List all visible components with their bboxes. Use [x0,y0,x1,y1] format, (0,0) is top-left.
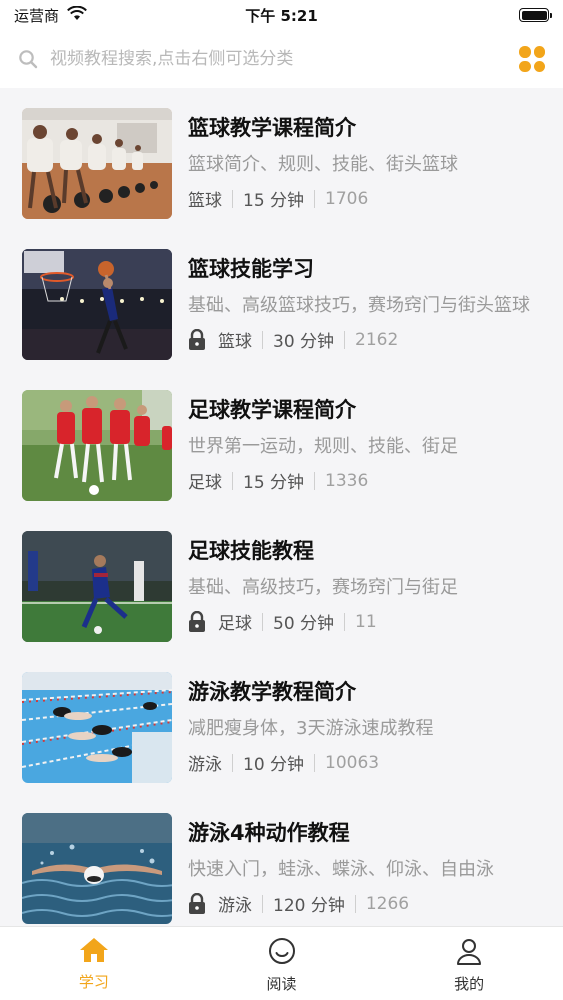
user-icon [455,937,483,969]
course-info: 足球教学课程简介 世界第一运动，规则、技能、街足 足球 15 分钟 1336 [188,390,541,531]
carrier-label: 运营商 [14,6,60,25]
lock-icon [188,610,206,633]
course-title: 篮球教学课程简介 [188,116,356,140]
course-duration: 50 分钟 [273,614,335,634]
course-category: 足球 [218,614,252,634]
meta-divider [232,753,233,772]
course-info: 篮球技能学习 基础、高级篮球技巧，赛场窍门与街头篮球 篮球 30 分钟 2162 [188,249,541,390]
tab-study[interactable]: 学习 [0,927,188,1000]
course-info: 游泳教学教程简介 减肥瘦身体，3天游泳速成教程 游泳 10 分钟 10063 [188,672,541,813]
home-icon [79,937,109,967]
course-view-count: 2162 [355,329,399,350]
status-bar: 运营商 下午 5:21 [0,0,563,30]
meta-divider [232,471,233,490]
course-meta: 足球 15 分钟 1336 [188,468,541,494]
course-item[interactable]: 篮球技能学习 基础、高级篮球技巧，赛场窍门与街头篮球 篮球 30 分钟 2162 [0,249,563,390]
course-thumbnail [22,813,172,924]
course-category: 游泳 [188,755,222,775]
course-duration: 15 分钟 [243,473,305,493]
search-input[interactable] [50,49,507,69]
course-view-count: 11 [355,611,377,632]
tab-reading[interactable]: 阅读 [188,927,376,1000]
battery-icon [519,8,552,22]
course-meta: 篮球 15 分钟 1706 [188,186,541,212]
course-thumbnail [22,531,172,642]
meta-divider [314,189,316,208]
course-list: 篮球教学课程简介 篮球简介、规则、技能、街头篮球 篮球 15 分钟 1706 篮… [0,88,563,926]
course-info: 篮球教学课程简介 篮球简介、规则、技能、街头篮球 篮球 15 分钟 1706 [188,108,541,249]
wifi-icon [67,5,87,25]
course-title: 游泳4种动作教程 [188,821,350,845]
course-item[interactable]: 足球技能教程 基础、高级技巧，赛场窍门与街足 足球 50 分钟 11 [0,531,563,672]
course-duration: 10 分钟 [243,755,305,775]
course-description: 减肥瘦身体，3天游泳速成教程 [188,718,434,739]
meta-divider [232,189,233,208]
course-duration: 120 分钟 [273,896,345,916]
course-title: 篮球技能学习 [188,257,314,281]
course-info: 游泳4种动作教程 快速入门，蛙泳、蝶泳、仰泳、自由泳 游泳 120 分钟 126… [188,813,541,926]
tab-bar: 学习 阅读 我的 [0,926,563,1000]
lock-icon [188,892,206,915]
course-description: 基础、高级篮球技巧，赛场窍门与街头篮球 [188,295,530,316]
course-view-count: 10063 [325,752,380,773]
course-title: 足球教学课程简介 [188,398,356,422]
course-category: 足球 [188,473,222,493]
tab-mine-label: 我的 [454,975,485,993]
category-grid-icon[interactable] [519,46,545,72]
course-thumbnail [22,390,172,501]
meta-divider [344,330,346,349]
course-meta: 游泳 10 分钟 10063 [188,750,541,776]
course-view-count: 1266 [365,893,410,914]
meta-divider [262,894,263,913]
course-item[interactable]: 游泳教学教程简介 减肥瘦身体，3天游泳速成教程 游泳 10 分钟 10063 [0,672,563,813]
course-description: 基础、高级技巧，赛场窍门与街足 [188,577,458,598]
tab-mine[interactable]: 我的 [375,927,563,1000]
course-item[interactable]: 篮球教学课程简介 篮球简介、规则、技能、街头篮球 篮球 15 分钟 1706 [0,108,563,249]
course-view-count: 1706 [325,188,369,209]
meta-divider [314,753,316,772]
tab-study-label: 学习 [78,973,109,991]
meta-divider [354,894,356,913]
course-item[interactable]: 足球教学课程简介 世界第一运动，规则、技能、街足 足球 15 分钟 1336 [0,390,563,531]
course-thumbnail [22,108,172,219]
search-icon [18,49,38,69]
course-thumbnail [22,249,172,360]
course-category: 篮球 [218,332,252,352]
tab-reading-label: 阅读 [266,975,297,993]
course-duration: 30 分钟 [273,332,335,352]
smile-icon [268,937,296,969]
course-meta: 足球 50 分钟 11 [188,609,541,634]
lock-icon [188,328,206,351]
course-title: 游泳教学教程简介 [188,680,356,704]
course-category: 篮球 [188,191,222,211]
meta-divider [314,471,316,490]
course-description: 快速入门，蛙泳、蝶泳、仰泳、自由泳 [188,859,494,880]
meta-divider [262,330,263,349]
course-description: 篮球简介、规则、技能、街头篮球 [188,154,458,175]
course-category: 游泳 [218,896,252,916]
course-info: 足球技能教程 基础、高级技巧，赛场窍门与街足 足球 50 分钟 11 [188,531,541,672]
course-duration: 15 分钟 [243,191,305,211]
course-thumbnail [22,672,172,783]
course-description: 世界第一运动，规则、技能、街足 [188,436,458,457]
course-item[interactable]: 游泳4种动作教程 快速入门，蛙泳、蝶泳、仰泳、自由泳 游泳 120 分钟 126… [0,813,563,926]
course-meta: 篮球 30 分钟 2162 [188,327,541,352]
meta-divider [262,612,263,631]
meta-divider [344,612,346,631]
search-bar [0,30,563,88]
course-view-count: 1336 [325,470,369,491]
status-left: 运营商 [14,5,87,26]
course-meta: 游泳 120 分钟 1266 [188,891,541,916]
course-title: 足球技能教程 [188,539,314,563]
